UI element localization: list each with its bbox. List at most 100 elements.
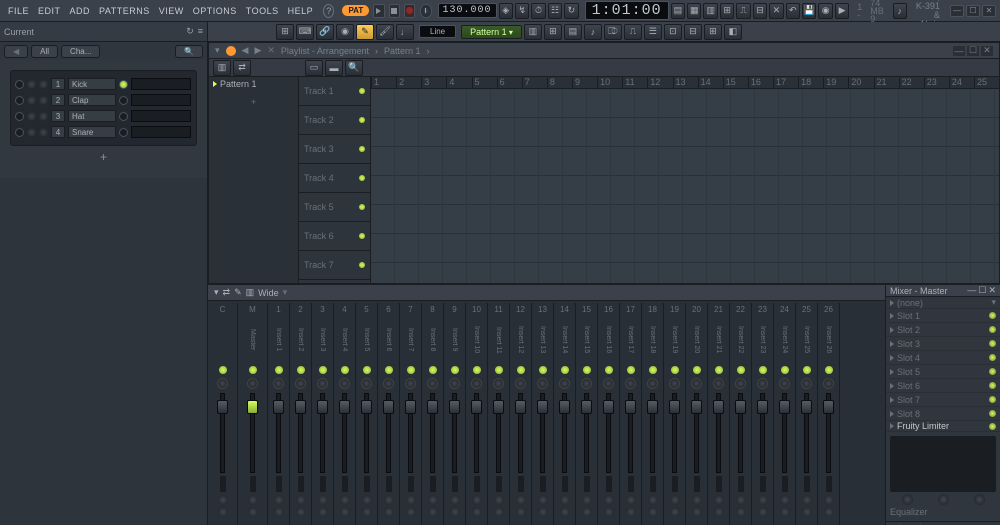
- track-header[interactable]: Track 5: [299, 193, 370, 222]
- tool6-button[interactable]: ⊞: [704, 24, 722, 40]
- fx-enable-led[interactable]: [517, 366, 525, 374]
- insert-strip[interactable]: 9 Insert 9: [444, 303, 466, 525]
- wait-input-button[interactable]: ↯: [515, 3, 529, 19]
- insert-strip[interactable]: 4 Insert 4: [334, 303, 356, 525]
- fx-enable-led[interactable]: [341, 366, 349, 374]
- insert-strip[interactable]: 16 Insert 16: [598, 303, 620, 525]
- fader-cap[interactable]: [669, 400, 680, 414]
- menu-add[interactable]: ADD: [66, 4, 95, 18]
- save-button[interactable]: 💾: [802, 3, 816, 19]
- pl-tool2[interactable]: ⇄: [233, 60, 251, 76]
- insert-strip[interactable]: 10 Insert 10: [466, 303, 488, 525]
- snap-selector[interactable]: Line: [419, 25, 456, 38]
- fx-enable-led[interactable]: [649, 366, 657, 374]
- insert-strip[interactable]: 7 Insert 7: [400, 303, 422, 525]
- slot-led[interactable]: [989, 382, 996, 389]
- channel-name[interactable]: Kick: [68, 78, 116, 90]
- fader-cap[interactable]: [217, 400, 228, 414]
- fader-cap[interactable]: [559, 400, 570, 414]
- insert-strip[interactable]: 12 Insert 12: [510, 303, 532, 525]
- pan-knob[interactable]: [405, 378, 416, 389]
- insert-strip[interactable]: 21 Insert 21: [708, 303, 730, 525]
- fx-enable-led[interactable]: [693, 366, 701, 374]
- slot-led[interactable]: [989, 326, 996, 333]
- fader-cap[interactable]: [647, 400, 658, 414]
- pan-knob[interactable]: [559, 378, 570, 389]
- fader[interactable]: [474, 393, 479, 473]
- add-channel-button[interactable]: +: [10, 146, 197, 168]
- fader[interactable]: [694, 393, 699, 473]
- pan-knob[interactable]: [625, 378, 636, 389]
- fader[interactable]: [276, 393, 281, 473]
- insert-strip[interactable]: C: [208, 303, 238, 525]
- fader[interactable]: [650, 393, 655, 473]
- pan-knob[interactable]: [27, 112, 36, 121]
- fx-enable-led[interactable]: [495, 366, 503, 374]
- bar-marker[interactable]: 12: [647, 77, 672, 88]
- fader[interactable]: [628, 393, 633, 473]
- mute-led[interactable]: [15, 112, 24, 121]
- mixer-tool-icon[interactable]: ✎: [234, 287, 242, 298]
- countdown-button[interactable]: ⏱: [531, 3, 545, 19]
- bar-marker[interactable]: 19: [823, 77, 848, 88]
- fx-enable-led[interactable]: [715, 366, 723, 374]
- fader[interactable]: [250, 393, 255, 473]
- track-header[interactable]: Track 7: [299, 251, 370, 280]
- fx-enable-led[interactable]: [429, 366, 437, 374]
- fx-enable-led[interactable]: [319, 366, 327, 374]
- fader-cap[interactable]: [801, 400, 812, 414]
- insert-strip[interactable]: 22 Insert 22: [730, 303, 752, 525]
- pan-knob[interactable]: [217, 378, 228, 389]
- bar-marker[interactable]: 14: [698, 77, 723, 88]
- insert-strip[interactable]: 11 Insert 11: [488, 303, 510, 525]
- fx-slot[interactable]: Slot 3: [886, 337, 1000, 351]
- fader-cap[interactable]: [317, 400, 328, 414]
- send-knob[interactable]: [248, 495, 258, 505]
- close-all-button[interactable]: ✕: [769, 3, 783, 19]
- arrow-right-icon[interactable]: ▶: [254, 45, 261, 56]
- playlist-close[interactable]: ✕: [981, 46, 993, 56]
- fader-cap[interactable]: [427, 400, 438, 414]
- pan-knob[interactable]: [603, 378, 614, 389]
- fx-slot[interactable]: Slot 7: [886, 393, 1000, 407]
- bar-marker[interactable]: 6: [497, 77, 522, 88]
- send-knob[interactable]: [582, 507, 592, 517]
- pan-knob[interactable]: [427, 378, 438, 389]
- record-button[interactable]: [404, 4, 415, 18]
- send-knob[interactable]: [472, 495, 482, 505]
- pat-song-switch[interactable]: PAT: [342, 5, 369, 16]
- step-seq[interactable]: [131, 110, 191, 122]
- bar-marker[interactable]: 23: [924, 77, 949, 88]
- playlist-minimize[interactable]: —: [953, 46, 965, 56]
- fader[interactable]: [760, 393, 765, 473]
- fader[interactable]: [452, 393, 457, 473]
- fader-cap[interactable]: [823, 400, 834, 414]
- bar-marker[interactable]: 10: [597, 77, 622, 88]
- fader-cap[interactable]: [471, 400, 482, 414]
- send-knob[interactable]: [450, 495, 460, 505]
- pan-knob[interactable]: [27, 128, 36, 137]
- pan-knob[interactable]: [801, 378, 812, 389]
- send-knob[interactable]: [406, 507, 416, 517]
- pan-knob[interactable]: [27, 80, 36, 89]
- notes-button[interactable]: ♩: [396, 24, 414, 40]
- send-knob[interactable]: [824, 507, 834, 517]
- vol-knob[interactable]: [39, 96, 48, 105]
- one-click-button[interactable]: ▶: [835, 3, 849, 19]
- send-knob[interactable]: [494, 495, 504, 505]
- fader[interactable]: [826, 393, 831, 473]
- hint-icon[interactable]: ?: [323, 4, 334, 18]
- insert-strip[interactable]: 19 Insert 19: [664, 303, 686, 525]
- send-knob[interactable]: [362, 495, 372, 505]
- pan-knob[interactable]: [581, 378, 592, 389]
- fx-enable-led[interactable]: [627, 366, 635, 374]
- select-led[interactable]: [119, 96, 128, 105]
- fader-cap[interactable]: [339, 400, 350, 414]
- send-knob[interactable]: [560, 495, 570, 505]
- close-button[interactable]: ✕: [982, 5, 996, 17]
- fx-slot[interactable]: Slot 8: [886, 407, 1000, 421]
- bar-marker[interactable]: 8: [547, 77, 572, 88]
- slot-led[interactable]: [989, 340, 996, 347]
- fx-slot[interactable]: Slot 1: [886, 309, 1000, 323]
- insert-strip[interactable]: 18 Insert 18: [642, 303, 664, 525]
